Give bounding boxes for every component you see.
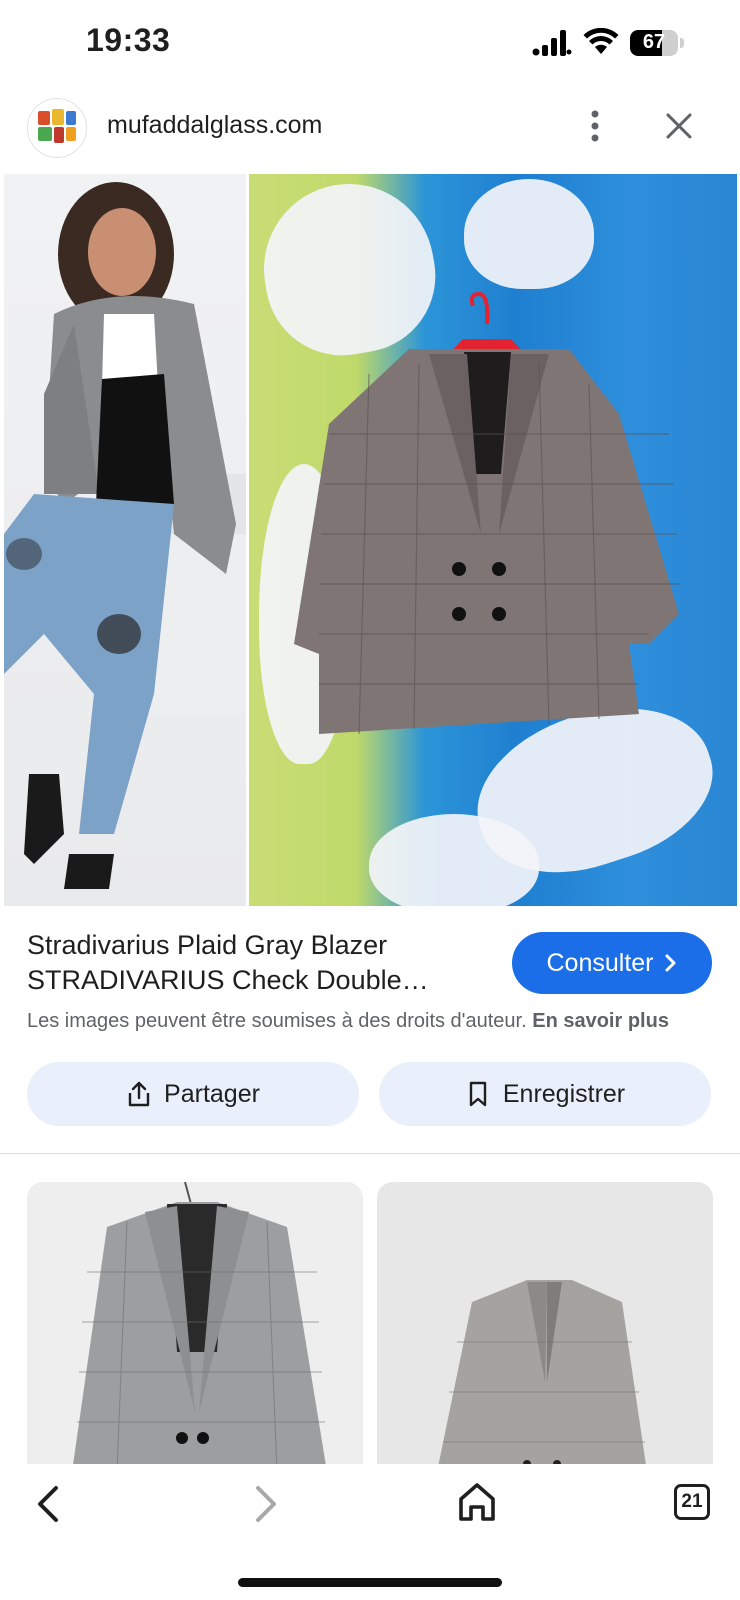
save-button[interactable]: Enregistrer	[379, 1062, 711, 1126]
battery-percent: 67	[642, 31, 666, 53]
home-indicator	[238, 1578, 502, 1587]
more-vert-icon[interactable]	[580, 108, 610, 144]
tab-count: 21	[681, 1491, 703, 1512]
share-button[interactable]: Partager	[27, 1062, 359, 1126]
tabs-icon[interactable]: 21	[674, 1484, 710, 1520]
product-image-flatlay[interactable]	[249, 174, 737, 906]
learn-more-link[interactable]: En savoir plus	[532, 1010, 669, 1032]
site-favicon	[27, 98, 87, 158]
battery-icon: 67	[630, 30, 684, 56]
site-domain[interactable]: mufaddalglass.com	[107, 111, 322, 140]
back-arrow-icon[interactable]	[30, 1482, 70, 1526]
product-image-model[interactable]	[4, 174, 246, 906]
home-icon[interactable]	[456, 1480, 498, 1524]
visit-button-label: Consulter	[546, 948, 654, 977]
related-result-image[interactable]	[27, 1182, 363, 1472]
bookmark-icon	[469, 1081, 487, 1107]
divider	[0, 1153, 740, 1154]
result-title-line2: STRADIVARIUS Check Double…	[27, 965, 429, 995]
wifi-icon	[583, 28, 619, 54]
result-title-line1: Stradivarius Plaid Gray Blazer	[27, 930, 388, 960]
related-result-image[interactable]	[377, 1182, 713, 1472]
save-label: Enregistrer	[502, 1079, 626, 1108]
share-icon	[128, 1081, 150, 1107]
close-icon[interactable]	[662, 109, 696, 143]
forward-arrow-icon[interactable]	[244, 1482, 284, 1526]
share-label: Partager	[164, 1079, 260, 1108]
chevron-right-icon	[665, 954, 675, 972]
visit-button[interactable]: Consulter	[512, 932, 712, 994]
copyright-notice: Les images peuvent être soumises à des d…	[27, 1010, 669, 1033]
status-time: 19:33	[86, 22, 171, 58]
copyright-text: Les images peuvent être soumises à des d…	[27, 1010, 527, 1032]
signal-icon	[532, 30, 572, 56]
result-title[interactable]: Stradivarius Plaid Gray Blazer STRADIVAR…	[27, 928, 467, 998]
